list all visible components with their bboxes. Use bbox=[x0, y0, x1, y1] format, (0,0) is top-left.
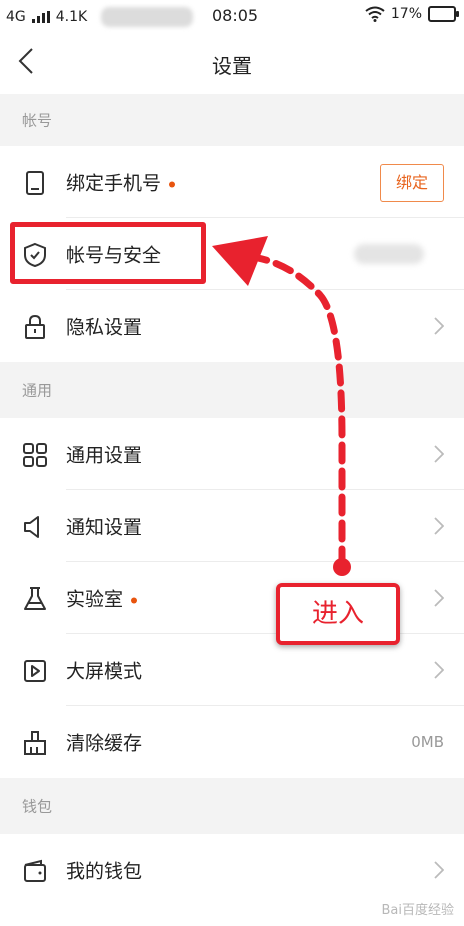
network-type: 4G bbox=[6, 9, 26, 25]
play-screen-icon bbox=[24, 660, 46, 682]
section-label: 钱包 bbox=[22, 797, 53, 816]
chevron-right-icon bbox=[434, 861, 444, 879]
highlight-box bbox=[10, 222, 206, 284]
chevron-right-icon bbox=[434, 445, 444, 463]
cache-size: 0MB bbox=[411, 733, 444, 751]
page-title: 设置 bbox=[212, 54, 252, 78]
watermark: Bai百度经验 bbox=[381, 903, 455, 918]
row-my-wallet[interactable]: 我的钱包 bbox=[0, 834, 464, 906]
row-label: 绑定手机号 bbox=[66, 169, 176, 196]
battery-icon bbox=[428, 6, 459, 22]
row-clear-cache[interactable]: 清除缓存 0MB bbox=[0, 706, 464, 778]
row-label: 我的钱包 bbox=[66, 860, 143, 883]
red-dot-badge bbox=[131, 597, 138, 603]
broom-icon bbox=[24, 731, 46, 755]
grid-icon bbox=[23, 443, 47, 467]
status-bar: 4G 4.1K 08:05 17% bbox=[0, 0, 464, 32]
chevron-right-icon bbox=[434, 317, 444, 335]
row-notification[interactable]: 通知设置 bbox=[0, 490, 464, 562]
chevron-right-icon bbox=[434, 517, 444, 535]
lock-icon bbox=[25, 314, 45, 339]
section-label: 帐号 bbox=[22, 111, 53, 130]
row-label: 通用设置 bbox=[66, 444, 143, 467]
wifi-icon bbox=[365, 6, 385, 22]
row-label: 实验室 bbox=[66, 585, 138, 612]
section-header-account: 帐号 bbox=[0, 94, 464, 146]
wallet-icon bbox=[24, 859, 46, 882]
network-speed: 4.1K bbox=[55, 9, 88, 25]
phone-icon bbox=[26, 171, 44, 195]
row-label: 通知设置 bbox=[66, 516, 143, 539]
row-general-settings[interactable]: 通用设置 bbox=[0, 418, 464, 490]
red-dot-badge bbox=[169, 181, 176, 187]
blurred-value bbox=[354, 244, 424, 264]
row-bind-phone[interactable]: 绑定手机号 绑定 bbox=[0, 146, 464, 218]
row-label: 大屏模式 bbox=[66, 660, 143, 683]
blurred-region bbox=[101, 7, 194, 27]
chevron-right-icon bbox=[434, 661, 444, 679]
section-label: 通用 bbox=[22, 381, 53, 400]
section-header-wallet: 钱包 bbox=[0, 778, 464, 834]
bind-button[interactable]: 绑定 bbox=[380, 164, 444, 202]
signal-icon bbox=[31, 11, 50, 23]
section-header-general: 通用 bbox=[0, 362, 464, 418]
speaker-icon bbox=[24, 516, 39, 538]
annotation-label: 进入 bbox=[276, 583, 400, 645]
flask-icon bbox=[24, 587, 46, 610]
clock: 08:05 bbox=[212, 6, 259, 25]
row-label: 隐私设置 bbox=[66, 316, 143, 339]
chevron-right-icon bbox=[434, 589, 444, 607]
row-privacy[interactable]: 隐私设置 bbox=[0, 290, 464, 362]
nav-bar: 设置 bbox=[0, 32, 464, 94]
battery-percent: 17% bbox=[390, 6, 422, 22]
row-label: 清除缓存 bbox=[66, 732, 143, 755]
